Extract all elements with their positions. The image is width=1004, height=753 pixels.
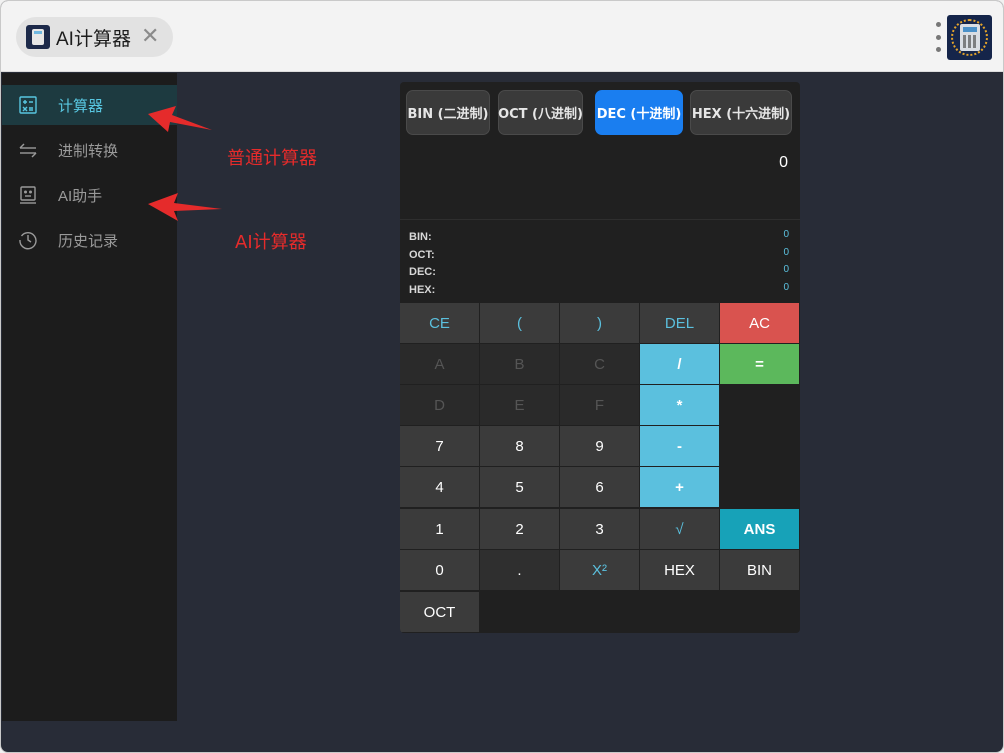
sidebar-item-base-conversion[interactable]: 进制转换: [2, 130, 177, 170]
to-bin-button[interactable]: BIN: [720, 550, 799, 590]
sidebar-item-label: 计算器: [58, 97, 104, 115]
calculator-panel: BIN (二进制) OCT (八进制) DEC (十进制) HEX (十六进制)…: [400, 82, 800, 633]
to-oct-button[interactable]: OCT: [400, 592, 479, 632]
base-label: BIN:: [409, 231, 432, 243]
digit-3-button[interactable]: 3: [560, 509, 639, 549]
hex-d-button[interactable]: D: [400, 385, 479, 425]
mode-bin-button[interactable]: BIN (二进制): [406, 90, 490, 135]
base-label: HEX:: [409, 284, 436, 296]
base-row-oct: OCT: 0: [409, 247, 789, 264]
sidebar-item-label: AI助手: [58, 187, 103, 205]
ce-button[interactable]: CE: [400, 303, 479, 343]
digit-5-button[interactable]: 5: [480, 467, 559, 507]
left-paren-button[interactable]: (: [480, 303, 559, 343]
hex-e-button[interactable]: E: [480, 385, 559, 425]
base-row-bin: BIN: 0: [409, 229, 789, 246]
annotation-ai-calculator: AI计算器: [235, 232, 307, 253]
decimal-point-button[interactable]: .: [480, 550, 559, 590]
swap-arrows-icon: [18, 140, 38, 160]
annotation-arrow: [148, 193, 222, 221]
calculator-logo-icon: [947, 15, 992, 60]
sidebar: 计算器 进制转换 AI助手 历史记录: [2, 73, 177, 721]
ans-button[interactable]: ANS: [720, 509, 799, 549]
base-value: 0: [783, 247, 789, 258]
title-bar: AI计算器 ✕: [1, 1, 1003, 72]
mode-hex-button[interactable]: HEX (十六进制): [690, 90, 792, 135]
sidebar-item-history[interactable]: 历史记录: [2, 220, 177, 260]
to-hex-button[interactable]: HEX: [640, 550, 719, 590]
digit-4-button[interactable]: 4: [400, 467, 479, 507]
digit-2-button[interactable]: 2: [480, 509, 559, 549]
divide-button[interactable]: /: [640, 344, 719, 384]
digit-0-button[interactable]: 0: [400, 550, 479, 590]
digit-6-button[interactable]: 6: [560, 467, 639, 507]
hex-a-button[interactable]: A: [400, 344, 479, 384]
sidebar-item-label: 进制转换: [58, 142, 119, 160]
minus-button[interactable]: -: [640, 426, 719, 466]
close-icon[interactable]: ✕: [141, 26, 159, 48]
base-value: 0: [783, 229, 789, 240]
base-row-dec: DEC: 0: [409, 264, 789, 281]
right-paren-button[interactable]: ): [560, 303, 639, 343]
mode-dec-button[interactable]: DEC (十进制): [595, 90, 683, 135]
tab-title: AI计算器: [56, 28, 131, 50]
delete-button[interactable]: DEL: [640, 303, 719, 343]
plus-button[interactable]: +: [640, 467, 719, 507]
digit-9-button[interactable]: 9: [560, 426, 639, 466]
hex-b-button[interactable]: B: [480, 344, 559, 384]
square-button[interactable]: X²: [560, 550, 639, 590]
calculator-icon: [18, 95, 38, 115]
equals-button[interactable]: =: [720, 344, 799, 384]
hex-c-button[interactable]: C: [560, 344, 639, 384]
empty-slot: [720, 385, 799, 507]
sidebar-item-label: 历史记录: [58, 232, 119, 250]
multiply-button[interactable]: *: [640, 385, 719, 425]
app-tab[interactable]: AI计算器 ✕: [16, 17, 173, 57]
robot-face-icon: [18, 185, 38, 205]
base-label: DEC:: [409, 266, 436, 278]
base-label: OCT:: [409, 249, 435, 261]
all-clear-button[interactable]: AC: [720, 303, 799, 343]
base-value: 0: [783, 282, 789, 293]
digit-1-button[interactable]: 1: [400, 509, 479, 549]
digit-8-button[interactable]: 8: [480, 426, 559, 466]
base-row-hex: HEX: 0: [409, 282, 789, 299]
hex-f-button[interactable]: F: [560, 385, 639, 425]
annotation-arrow: [148, 106, 212, 132]
digit-7-button[interactable]: 7: [400, 426, 479, 466]
more-menu-icon[interactable]: [933, 22, 943, 52]
keypad: CE ( ) DEL AC A B C / = D E F * 7 8 9 - …: [400, 303, 800, 633]
calculator-icon: [26, 25, 50, 49]
display-value: 0: [779, 154, 788, 171]
annotation-normal-calculator: 普通计算器: [227, 148, 317, 169]
base-value: 0: [783, 264, 789, 275]
history-clock-icon: [18, 230, 38, 250]
mode-oct-button[interactable]: OCT (八进制): [498, 90, 583, 135]
sqrt-button[interactable]: √: [640, 509, 719, 549]
base-conversion-panel: BIN: 0 OCT: 0 DEC: 0 HEX: 0: [400, 221, 800, 301]
app-window: AI计算器 ✕ 计算器 进制转换 AI助手 历史记录 普通计算器 AI计算器 B…: [0, 0, 1004, 753]
calculator-display: 0: [400, 142, 800, 220]
